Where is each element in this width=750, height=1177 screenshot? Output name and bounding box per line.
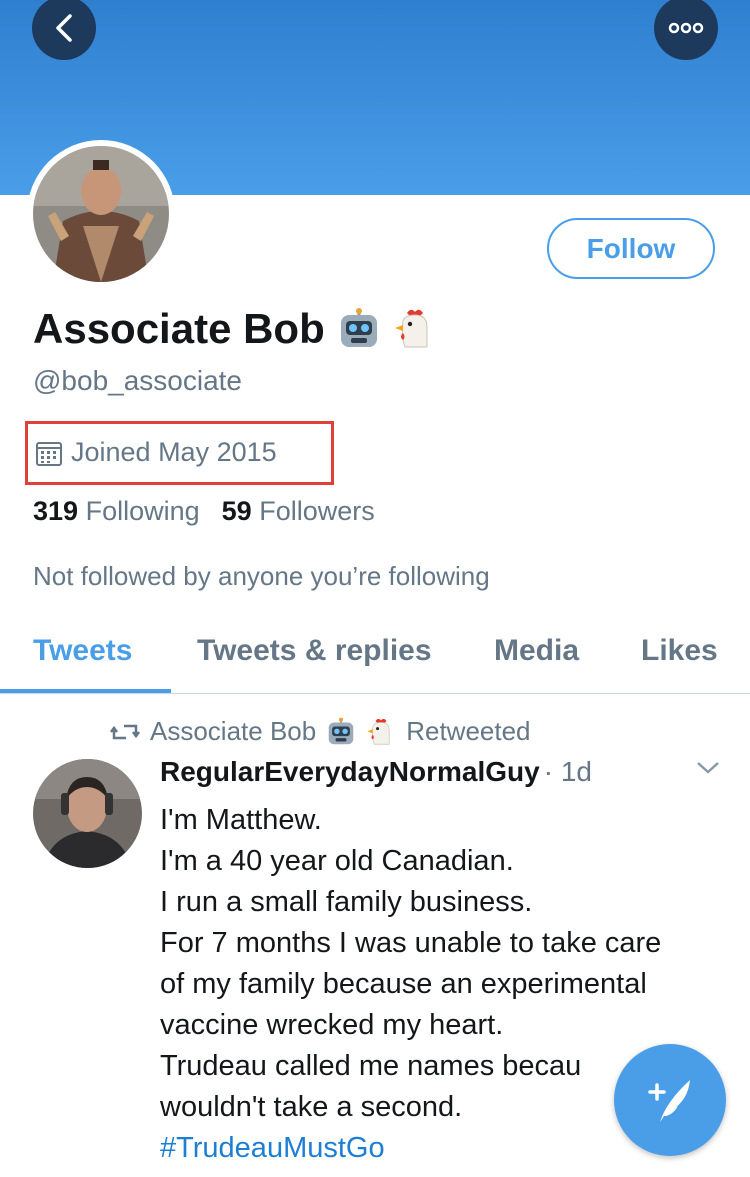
chicken-emoji [367, 718, 390, 745]
tweet-time[interactable]: · 1d [544, 756, 592, 788]
tweet-header: RegularEverydayNormalGuy · 1d [160, 756, 592, 788]
tweet-line: vaccine wrecked my heart. [160, 1009, 504, 1041]
following-link[interactable]: 319 Following [33, 496, 200, 527]
robot-emoji [340, 308, 377, 347]
follow-button-label: Follow [586, 232, 676, 264]
active-tab-indicator [0, 689, 171, 693]
followers-count: 59 [221, 496, 252, 526]
tweet-avatar-image [33, 759, 142, 868]
tweet-line: of my family because an experimental [160, 968, 647, 1000]
follow-button[interactable]: Follow [547, 218, 715, 279]
tab-likes[interactable]: Likes [641, 634, 718, 668]
tweet-line: For 7 months I was unable to take care [160, 927, 662, 959]
profile-display-name: Associate Bob [33, 305, 437, 353]
following-label: Following [85, 496, 200, 526]
calendar-icon [36, 441, 62, 466]
retweeter-name: Associate Bob [150, 716, 317, 746]
joined-text: Joined May 2015 [71, 437, 277, 467]
tweet-line: I run a small family business. [160, 886, 533, 918]
not-followed-notice: Not followed by anyone you’re following [33, 561, 490, 591]
tab-media[interactable]: Media [494, 634, 579, 668]
follow-stats: 319 Following 59 Followers [33, 496, 375, 527]
profile-tabs: Tweets Tweets & replies Media Likes [0, 612, 750, 694]
more-icon [668, 22, 704, 34]
tab-tweets-replies[interactable]: Tweets & replies [197, 634, 432, 668]
avatar-image [33, 146, 169, 282]
followers-label: Followers [259, 496, 375, 526]
joined-date: Joined May 2015 [35, 437, 277, 468]
robot-emoji [328, 717, 354, 744]
tweet-author-name[interactable]: RegularEverydayNormalGuy [160, 756, 540, 788]
chevron-left-icon [56, 14, 72, 42]
compose-tweet-button[interactable] [614, 1044, 726, 1156]
display-name-text: Associate Bob [33, 305, 325, 352]
tab-tweets[interactable]: Tweets [33, 634, 132, 668]
retweeted-label: Retweeted [406, 716, 531, 746]
retweet-context[interactable]: Associate Bob Retweeted [110, 716, 531, 747]
following-count: 319 [33, 496, 79, 526]
followers-link[interactable]: 59 Followers [222, 496, 375, 527]
tweet-line: I'm a 40 year old Canadian. [160, 845, 514, 877]
tweet-author-avatar[interactable] [33, 759, 142, 868]
chicken-emoji [394, 309, 428, 348]
retweet-icon [110, 724, 140, 739]
compose-quill-icon [648, 1080, 690, 1122]
chevron-down-icon[interactable] [695, 760, 721, 776]
profile-handle: @bob_associate [33, 365, 243, 396]
tweet-line: I'm Matthew. [160, 804, 322, 836]
profile-avatar[interactable] [33, 146, 169, 282]
